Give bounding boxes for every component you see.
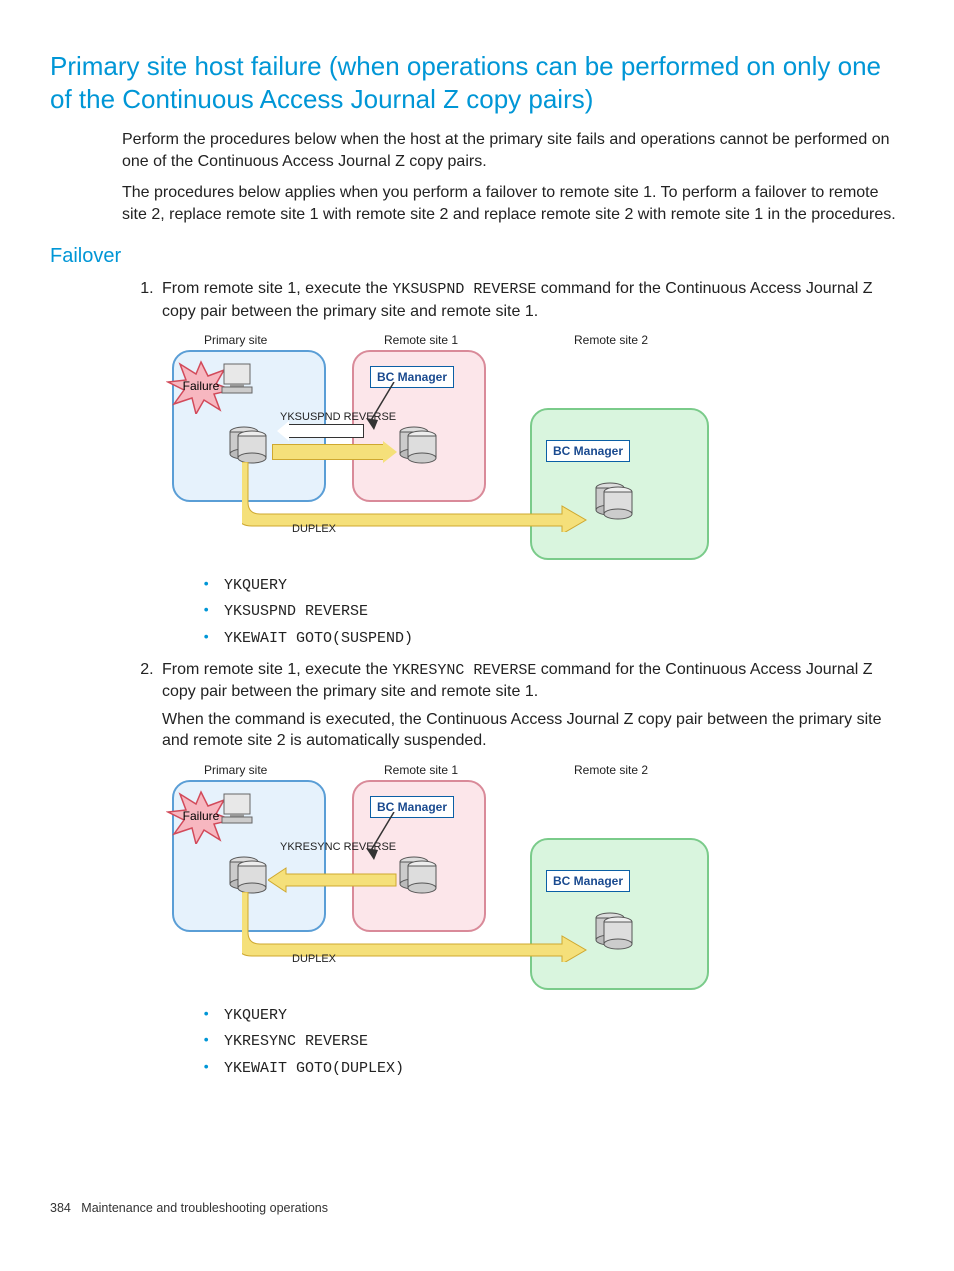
s1-bullet-2: YKSUSPND REVERSE [224, 602, 904, 622]
d2-cylinder-primary [226, 856, 270, 896]
step-2-cmd: YKRESYNC REVERSE [392, 662, 536, 679]
duplex-label-1: DUPLEX [292, 522, 336, 537]
s2-bullet-1: YKQUERY [224, 1006, 904, 1026]
d2-duplex-label: DUPLEX [292, 952, 336, 967]
page-number: 384 [50, 1201, 71, 1215]
d2-label-remote2: Remote site 2 [574, 762, 648, 778]
label-remote1: Remote site 1 [384, 332, 458, 348]
step-2: From remote site 1, execute the YKRESYNC… [158, 659, 904, 1079]
thin-arrow [364, 382, 404, 432]
page-footer: 384 Maintenance and troubleshooting oper… [50, 1200, 328, 1217]
yellow-arrow-1 [272, 444, 384, 460]
diagram-1: Primary site Remote site 1 Remote site 2… [172, 332, 712, 562]
step-2-extra: When the command is executed, the Contin… [162, 709, 904, 752]
chapter-name: Maintenance and troubleshooting operatio… [81, 1201, 328, 1215]
label-primary: Primary site [204, 332, 267, 348]
s1-bullet-3: YKEWAIT GOTO(SUSPEND) [224, 629, 904, 649]
step-2-pre: From remote site 1, execute the [162, 661, 392, 678]
host-icon [218, 362, 258, 398]
step-1: From remote site 1, execute the YKSUSPND… [158, 278, 904, 649]
bc-manager-2: BC Manager [546, 440, 630, 462]
s2-bullet-3: YKEWAIT GOTO(DUPLEX) [224, 1059, 904, 1079]
diagram-2: Primary site Remote site 1 Remote site 2… [172, 762, 712, 992]
s1-bullet-1: YKQUERY [224, 576, 904, 596]
step-1-cmd: YKSUSPND REVERSE [392, 281, 536, 298]
intro-para-2: The procedures below applies when you pe… [122, 182, 904, 225]
cylinder-remote1 [396, 426, 440, 466]
d2-yellow-arrow [268, 866, 398, 894]
svg-text:Failure: Failure [183, 379, 220, 393]
d2-cylinder-remote1 [396, 856, 440, 896]
d2-bc-manager-2: BC Manager [546, 870, 630, 892]
d2-label-remote1: Remote site 1 [384, 762, 458, 778]
label-remote2: Remote site 2 [574, 332, 648, 348]
d2-host-icon [218, 792, 258, 828]
intro-para-1: Perform the procedures below when the ho… [122, 129, 904, 172]
cylinder-primary [226, 426, 270, 466]
white-arrow-1 [288, 424, 364, 438]
step-1-pre: From remote site 1, execute the [162, 280, 392, 297]
section-failover: Failover [50, 243, 904, 270]
page-title: Primary site host failure (when operatio… [50, 50, 904, 115]
svg-text:Failure: Failure [183, 809, 220, 823]
s2-bullet-2: YKRESYNC REVERSE [224, 1032, 904, 1052]
d2-label-primary: Primary site [204, 762, 267, 778]
d2-thin-arrow [364, 812, 404, 862]
